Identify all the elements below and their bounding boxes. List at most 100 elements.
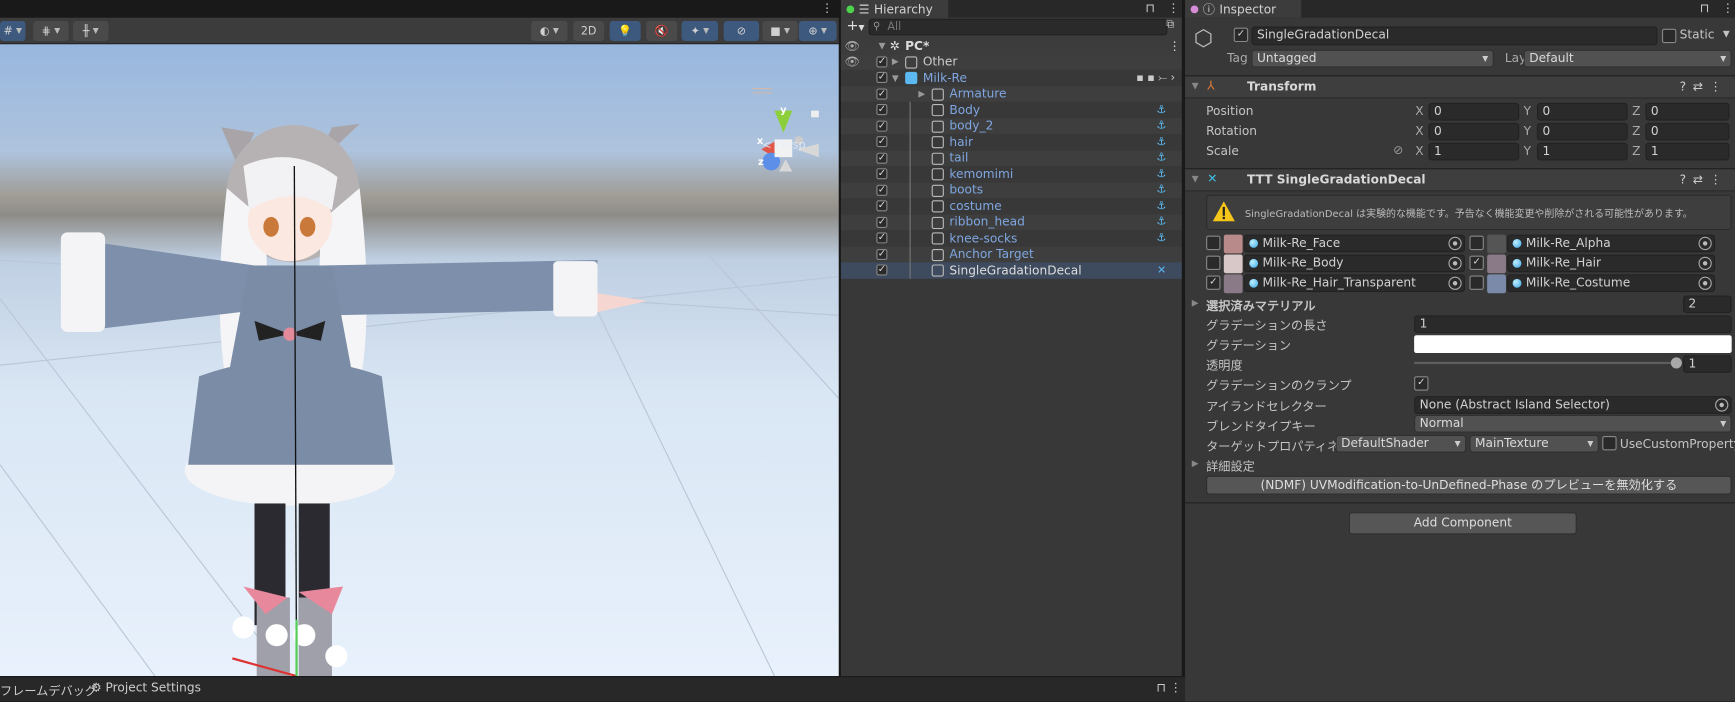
increment-snap-icon[interactable]: ⋕ ▼: [33, 21, 69, 41]
foldout-arrow-icon[interactable]: ▶: [1192, 298, 1199, 308]
selected-materials-count[interactable]: 2: [1683, 295, 1732, 314]
component-tools[interactable]: ?⇄⋮: [1680, 80, 1729, 94]
transform-header[interactable]: ▼ ⅄ Transform ?⇄⋮: [1185, 75, 1735, 99]
hierarchy-item[interactable]: ✓ kemomimi ⚓: [841, 165, 1182, 183]
expand-arrow-icon[interactable]: ▼: [892, 73, 899, 83]
foldout-arrow-icon[interactable]: ▶: [1192, 458, 1199, 468]
hierarchy-item[interactable]: ✓ boots ⚓: [840, 182, 1182, 199]
audio-mute-icon[interactable]: 🔇: [646, 21, 678, 41]
transform-rotation-x-input[interactable]: 0: [1428, 122, 1520, 141]
transform-scale-x-input[interactable]: 1: [1428, 142, 1520, 161]
active-checkbox[interactable]: ✓: [876, 104, 888, 116]
expand-arrow-icon[interactable]: ▶: [918, 89, 925, 99]
hierarchy-item[interactable]: ✓ ribbon_head ⚓: [840, 214, 1182, 231]
visibility-icon[interactable]: ⊘: [723, 21, 760, 41]
expand-arrow-icon[interactable]: ▶: [892, 57, 899, 67]
scene-row[interactable]: 👁 ▼ ✲ PC* ⋮: [840, 37, 1182, 54]
lock-icon[interactable]: ⊓: [1700, 1, 1710, 15]
transform-rotation-z-input[interactable]: 0: [1645, 122, 1730, 141]
toggle-2d-button[interactable]: 2D: [573, 21, 605, 41]
projection-toggle[interactable]: < Persp: [762, 139, 805, 151]
transform-rotation-y-input[interactable]: 0: [1536, 122, 1628, 141]
material-field[interactable]: Milk-Re_Hair: [1507, 254, 1716, 273]
material-checkbox[interactable]: ✓: [1469, 255, 1484, 270]
object-picker-icon[interactable]: [1448, 236, 1462, 251]
material-checkbox[interactable]: [1469, 275, 1484, 290]
hierarchy-item[interactable]: ✓ Body ⚓: [841, 101, 1182, 118]
maximize-search-icon[interactable]: ⧉: [1166, 19, 1174, 31]
active-checkbox[interactable]: ✓: [876, 264, 888, 276]
hierarchy-item[interactable]: ✓ costume ⚓: [841, 198, 1182, 215]
static-dropdown[interactable]: ▼: [1723, 29, 1730, 39]
hierarchy-item[interactable]: ✓ tail ⚓: [840, 149, 1182, 166]
visibility-icon[interactable]: 👁: [844, 54, 859, 68]
hierarchy-item[interactable]: ✓ hair ⚓: [841, 133, 1182, 150]
hierarchy-item[interactable]: ✓ knee-socks ⚓: [841, 230, 1182, 247]
foldout-arrow-icon[interactable]: ▼: [1192, 174, 1199, 184]
expand-arrow-icon[interactable]: ▼: [879, 41, 886, 51]
layer-dropdown[interactable]: Default: [1523, 49, 1732, 68]
material-field[interactable]: Milk-Re_Costume: [1507, 274, 1716, 293]
advanced-settings-foldout[interactable]: 詳細設定: [1206, 457, 1255, 475]
material-checkbox[interactable]: [1206, 255, 1221, 270]
target-shader-dropdown[interactable]: DefaultShader: [1335, 434, 1467, 453]
material-checkbox[interactable]: [1206, 235, 1221, 251]
gradation-field[interactable]: [1414, 335, 1732, 353]
active-checkbox[interactable]: ✓: [876, 248, 888, 260]
gameobject-cube-icon[interactable]: ⬡: [1194, 24, 1213, 51]
prefab-overrides-icon[interactable]: ▪ ▪ ⤚ ›: [1136, 72, 1175, 84]
hierarchy-search-input[interactable]: ⚲ All: [868, 18, 1168, 36]
object-picker-icon[interactable]: [1448, 276, 1462, 290]
gradation-length-input[interactable]: 1: [1414, 315, 1732, 334]
material-checkbox[interactable]: [1469, 235, 1484, 251]
object-picker-icon[interactable]: [1698, 276, 1712, 290]
tag-dropdown[interactable]: Untagged: [1251, 49, 1494, 68]
hierarchy-item[interactable]: ✓ ▼ Milk-Re ▪ ▪ ⤚ ›: [841, 70, 1182, 86]
ruler-icon[interactable]: ╫ ▼: [73, 21, 109, 41]
alpha-input[interactable]: 1: [1683, 355, 1732, 373]
active-checkbox[interactable]: ✓: [876, 152, 888, 164]
active-checkbox[interactable]: ✓: [1233, 27, 1249, 43]
material-field[interactable]: Milk-Re_Body: [1243, 254, 1466, 273]
hierarchy-item[interactable]: ✓ SingleGradationDecal ✕: [840, 262, 1182, 279]
constrain-proportions-icon[interactable]: ⊘: [1393, 143, 1403, 157]
more-icon[interactable]: ⋮: [1722, 1, 1734, 15]
selected-materials-foldout[interactable]: 選択済みマテリアル: [1206, 297, 1315, 315]
create-dropdown[interactable]: +▼: [846, 18, 864, 35]
active-checkbox[interactable]: ✓: [876, 55, 888, 67]
object-picker-icon[interactable]: [1715, 398, 1729, 412]
lock-icon[interactable]: ⊓: [1145, 1, 1155, 15]
ndmf-preview-disable-button[interactable]: (NDMF) UVModification-to-UnDefined-Phase…: [1206, 475, 1732, 495]
camera-icon[interactable]: ■ ▼: [762, 21, 798, 41]
tab-project-settings[interactable]: ⚙ Project Settings: [91, 681, 201, 695]
transform-position-z-input[interactable]: 0: [1645, 102, 1730, 121]
alpha-slider-handle[interactable]: [1670, 357, 1682, 369]
material-field[interactable]: Milk-Re_Alpha: [1507, 234, 1716, 253]
transform-position-y-input[interactable]: 0: [1536, 102, 1628, 121]
active-checkbox[interactable]: ✓: [876, 200, 888, 212]
active-checkbox[interactable]: ✓: [876, 136, 888, 148]
transform-scale-y-input[interactable]: 1: [1536, 142, 1628, 161]
object-picker-icon[interactable]: [1698, 236, 1712, 251]
hierarchy-item[interactable]: ✓ ▶ Armature: [840, 85, 1182, 102]
object-name-input[interactable]: SingleGradationDecal: [1251, 26, 1658, 46]
material-checkbox[interactable]: ✓: [1206, 275, 1221, 290]
hierarchy-item[interactable]: 👁 ✓ ▶ Other: [840, 53, 1182, 70]
lighting-icon[interactable]: 💡: [609, 21, 641, 41]
active-checkbox[interactable]: ✓: [876, 216, 888, 228]
object-picker-icon[interactable]: [1448, 256, 1462, 270]
transform-scale-z-input[interactable]: 1: [1645, 142, 1730, 161]
gizmos-icon[interactable]: ⊕ ▼: [798, 21, 837, 41]
active-checkbox[interactable]: ✓: [876, 184, 888, 196]
active-checkbox[interactable]: ✓: [876, 168, 888, 180]
static-checkbox[interactable]: [1661, 28, 1677, 44]
more-icon[interactable]: ⋮: [1167, 1, 1179, 15]
tab-frame-debugger[interactable]: フレームデバッグ: [0, 682, 97, 700]
island-selector-field[interactable]: None (Abstract Island Selector): [1414, 396, 1732, 414]
ttt-component-header[interactable]: ▼ ✕ TTT SingleGradationDecal ?⇄⋮: [1185, 168, 1735, 192]
material-field[interactable]: Milk-Re_Face: [1243, 234, 1466, 253]
grid-snap-icon[interactable]: # ▼: [0, 21, 26, 41]
blend-key-dropdown[interactable]: Normal: [1414, 414, 1732, 433]
tab-inspector[interactable]: ⓘ Inspector: [1185, 0, 1302, 18]
scene-viewport[interactable]: y x z < Persp: [0, 44, 839, 677]
